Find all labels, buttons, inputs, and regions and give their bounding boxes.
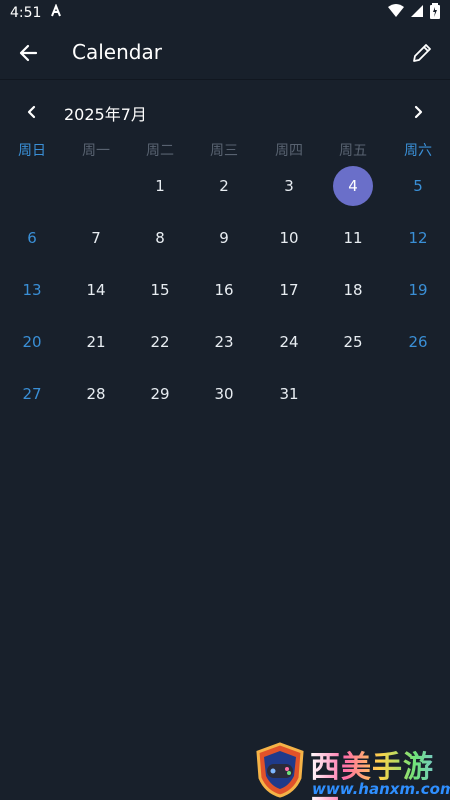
day-cell[interactable]: 19 [398, 270, 438, 310]
day-cell-selected[interactable]: 4 [333, 166, 373, 206]
day-cell[interactable]: 27 [12, 374, 52, 414]
day-cell[interactable]: 24 [269, 322, 309, 362]
day-cell[interactable]: 28 [76, 374, 116, 414]
day-cell[interactable]: 9 [204, 218, 244, 258]
day-cell[interactable]: 16 [204, 270, 244, 310]
day-cell[interactable]: 31 [269, 374, 309, 414]
calendar-grid: 1 2 3 4 5 6 7 8 9 10 11 12 13 14 15 16 17 18 19 20 21 22 23 24 2… [0, 0, 450, 420]
day-cell[interactable]: 26 [398, 322, 438, 362]
day-cell[interactable]: 10 [269, 218, 309, 258]
day-cell[interactable]: 23 [204, 322, 244, 362]
day-cell[interactable]: 21 [76, 322, 116, 362]
day-cell[interactable]: 8 [140, 218, 180, 258]
day-cell[interactable]: 1 [140, 166, 180, 206]
day-cell[interactable]: 13 [12, 270, 52, 310]
gamepad-shield-logo-icon [256, 742, 304, 798]
day-cell[interactable]: 12 [398, 218, 438, 258]
site-watermark: 西美手游网 www.hanxm.com [250, 740, 450, 800]
day-cell[interactable]: 20 [12, 322, 52, 362]
day-cell[interactable]: 5 [398, 166, 438, 206]
day-cell[interactable]: 17 [269, 270, 309, 310]
watermark-url: www.hanxm.com [312, 780, 450, 798]
day-cell[interactable]: 30 [204, 374, 244, 414]
day-cell[interactable]: 2 [204, 166, 244, 206]
day-cell[interactable]: 7 [76, 218, 116, 258]
day-cell[interactable]: 18 [333, 270, 373, 310]
day-cell[interactable]: 14 [76, 270, 116, 310]
day-cell[interactable]: 29 [140, 374, 180, 414]
day-cell[interactable]: 11 [333, 218, 373, 258]
day-cell[interactable]: 15 [140, 270, 180, 310]
day-cell[interactable]: 6 [12, 218, 52, 258]
day-cell[interactable]: 22 [140, 322, 180, 362]
day-cell[interactable]: 25 [333, 322, 373, 362]
day-cell[interactable]: 3 [269, 166, 309, 206]
